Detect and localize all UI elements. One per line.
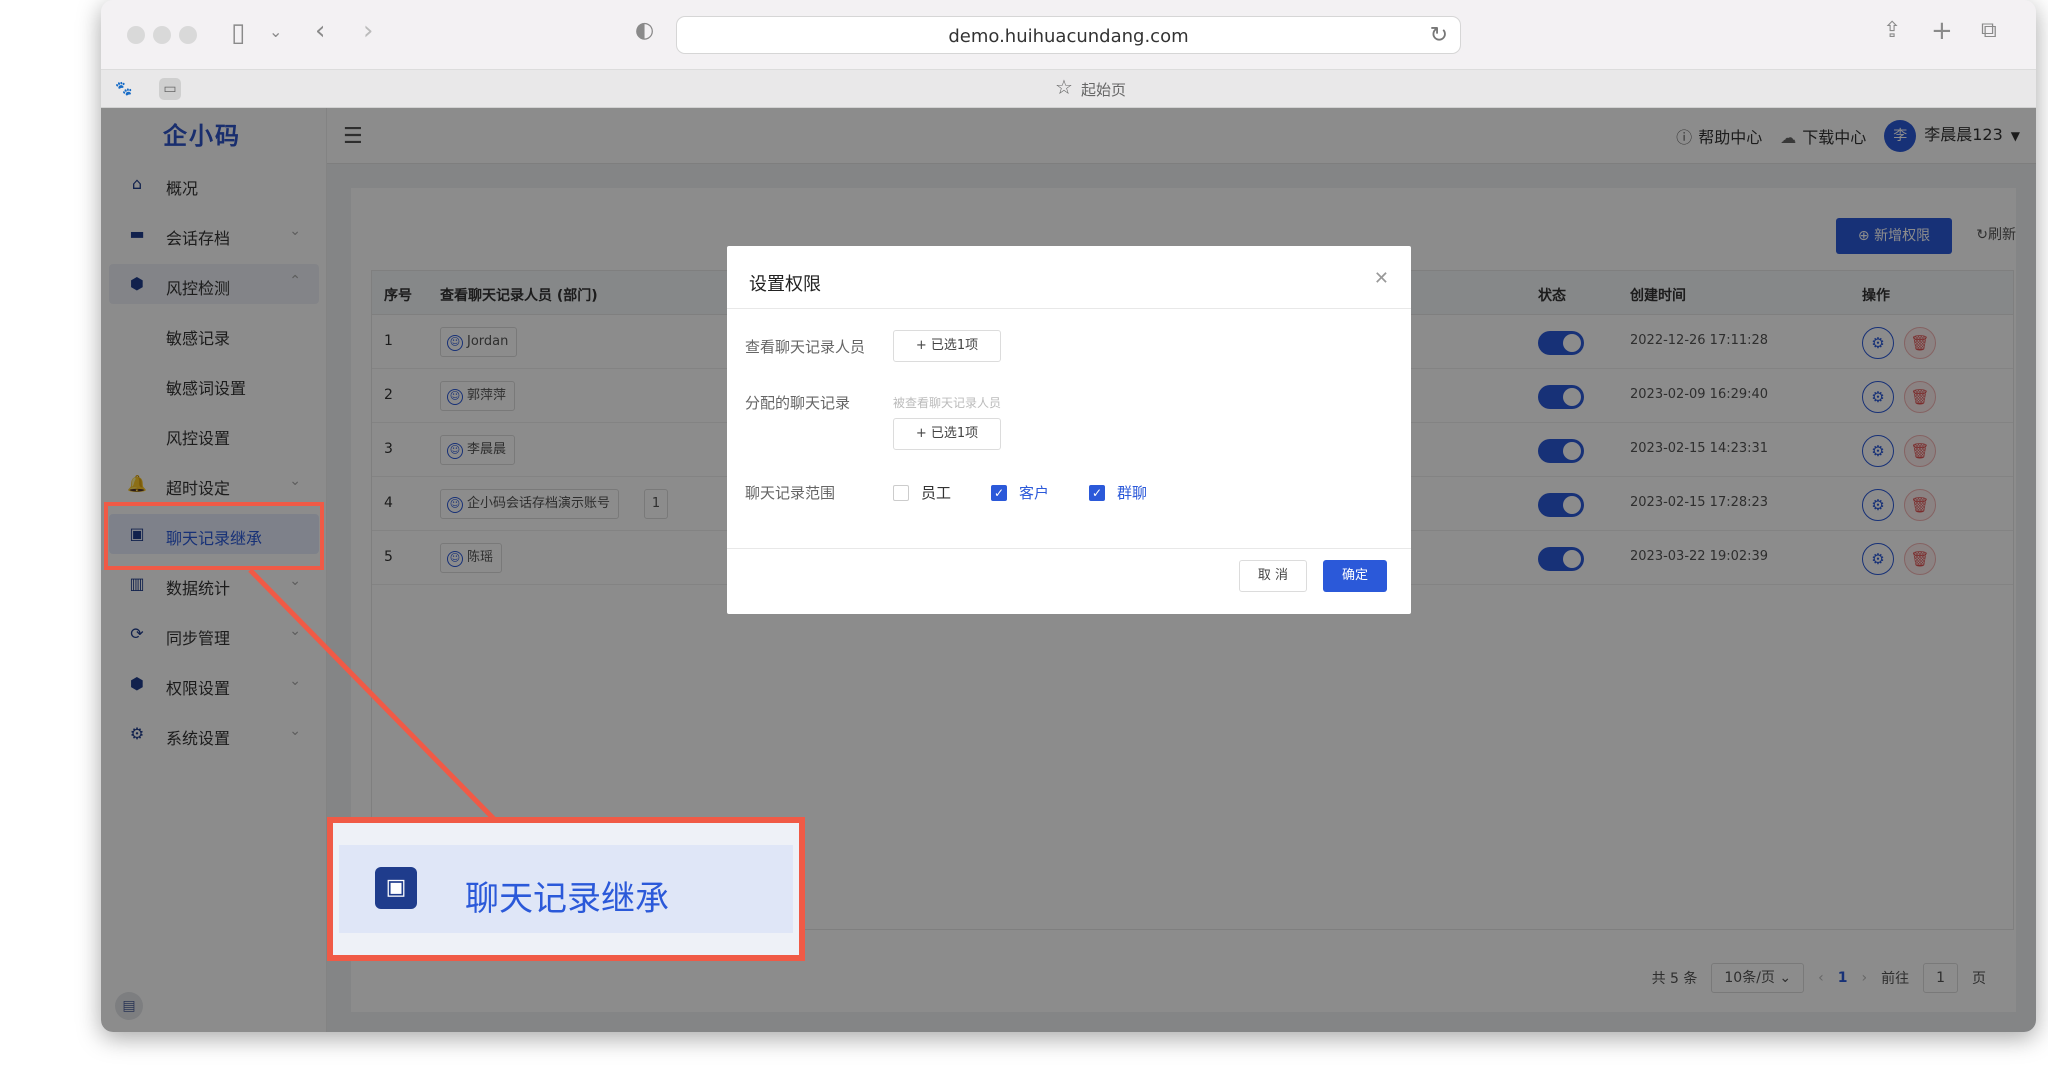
zoom-callout: ▣ 聊天记录继承 (327, 817, 805, 961)
callout-line (248, 568, 497, 822)
contact-card-icon: ▣ (375, 867, 417, 909)
zoom-label: 聊天记录继承 (465, 879, 669, 919)
